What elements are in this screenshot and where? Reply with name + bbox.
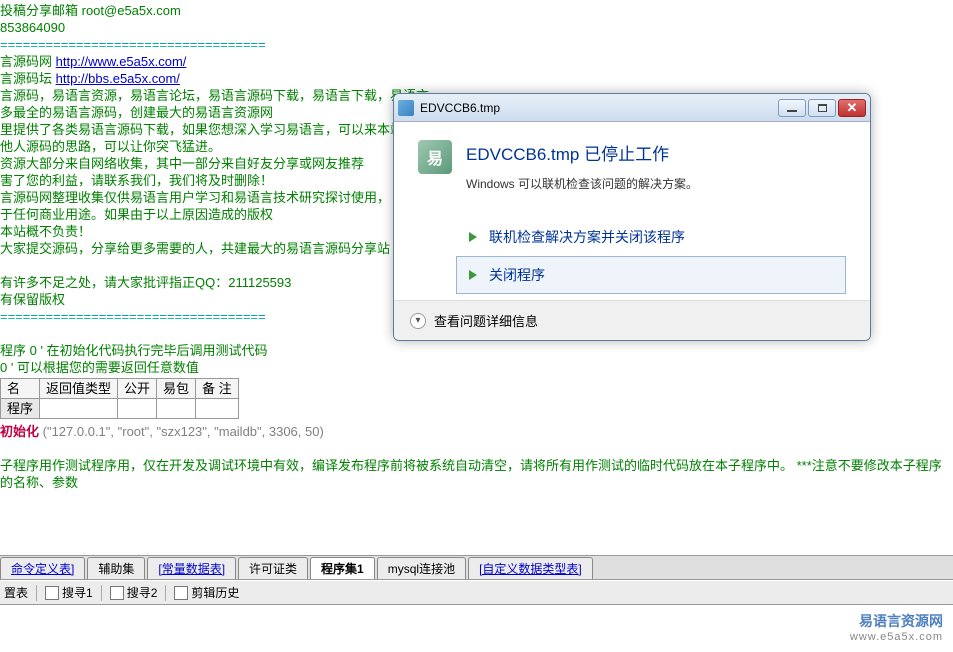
- td-rettype[interactable]: [40, 399, 118, 419]
- code-line: 言源码网 http://www.e5a5x.com/: [0, 53, 953, 70]
- tab-cmd-def[interactable]: 命令定义表]: [0, 557, 85, 579]
- tool-search2[interactable]: 搜寻2: [110, 584, 158, 601]
- tab-program-set1[interactable]: 程序集1: [310, 557, 375, 579]
- search-icon: [110, 586, 124, 600]
- td-remark[interactable]: [196, 399, 239, 419]
- url-link[interactable]: http://www.e5a5x.com/: [56, 54, 187, 69]
- program-icon: [398, 100, 414, 116]
- clipboard-icon: [174, 586, 188, 600]
- tool-search1[interactable]: 搜寻1: [45, 584, 93, 601]
- maximize-button[interactable]: [808, 99, 836, 117]
- th-remark: 备 注: [196, 379, 239, 399]
- tool-set-table[interactable]: 置表: [4, 584, 28, 601]
- code-line: 言源码坛 http://bbs.e5a5x.com/: [0, 70, 953, 87]
- dialog-subtitle: Windows 可以联机检查该问题的解决方案。: [466, 175, 698, 192]
- arrow-icon: [469, 270, 477, 280]
- tab-const-data[interactable]: [常量数据表]: [147, 557, 236, 579]
- td-public[interactable]: [118, 399, 157, 419]
- search-icon: [45, 586, 59, 600]
- code-line: 程序 0 ' 在初始化代码执行完毕后调用测试代码: [0, 342, 953, 359]
- chevron-down-icon: ▾: [410, 313, 426, 329]
- th-rettype: 返回值类型: [40, 379, 118, 399]
- tool-clipboard-history[interactable]: 剪辑历史: [174, 584, 239, 601]
- option-close-program[interactable]: 关闭程序: [456, 256, 846, 294]
- tab-mysql-pool[interactable]: mysql连接池: [377, 557, 466, 579]
- th-epkg: 易包: [157, 379, 196, 399]
- minimize-button[interactable]: [778, 99, 806, 117]
- watermark: 易语言资源网 www.e5a5x.com: [850, 612, 943, 644]
- tab-license[interactable]: 许可证类: [238, 557, 308, 579]
- tab-custom-types[interactable]: [自定义数据类型表]: [468, 557, 593, 579]
- error-dialog: EDVCCB6.tmp ✕ 易 EDVCCB6.tmp 已停止工作 Window…: [393, 93, 871, 341]
- close-button[interactable]: ✕: [838, 99, 866, 117]
- arrow-icon: [469, 232, 477, 242]
- separator-line: ===================================: [0, 36, 953, 53]
- dialog-titlebar[interactable]: EDVCCB6.tmp ✕: [394, 94, 870, 122]
- comment-line: 子程序用作测试程序用，仅在开发及调试环境中有效，编译发布程序前将被系统自动清空，…: [0, 457, 953, 491]
- code-line: 初始化 ("127.0.0.1", "root", "szx123", "mai…: [0, 423, 953, 440]
- th-name: 名: [1, 379, 40, 399]
- dialog-main-title: EDVCCB6.tmp 已停止工作: [466, 140, 698, 165]
- tool-row: 置表 搜寻1 搜寻2 剪辑历史: [0, 581, 953, 605]
- code-line: 853864090: [0, 19, 953, 36]
- option-check-online[interactable]: 联机检查解决方案并关闭该程序: [456, 218, 846, 256]
- view-details-toggle[interactable]: ▾ 查看问题详细信息: [394, 300, 870, 340]
- td-name[interactable]: 程序: [1, 399, 40, 419]
- code-line: 投稿分享邮箱 root@e5a5x.com: [0, 2, 953, 19]
- code-line: 0 ' 可以根据您的需要返回任意数值: [0, 359, 953, 376]
- dialog-window-title: EDVCCB6.tmp: [420, 101, 778, 115]
- td-epkg[interactable]: [157, 399, 196, 419]
- th-public: 公开: [118, 379, 157, 399]
- url-link[interactable]: http://bbs.e5a5x.com/: [56, 71, 180, 86]
- subprogram-table: 名 返回值类型 公开 易包 备 注 程序: [0, 378, 239, 419]
- app-icon: 易: [418, 140, 452, 174]
- tab-helper[interactable]: 辅助集: [87, 557, 145, 579]
- tabs-bar: 命令定义表] 辅助集 [常量数据表] 许可证类 程序集1 mysql连接池 [自…: [0, 555, 953, 580]
